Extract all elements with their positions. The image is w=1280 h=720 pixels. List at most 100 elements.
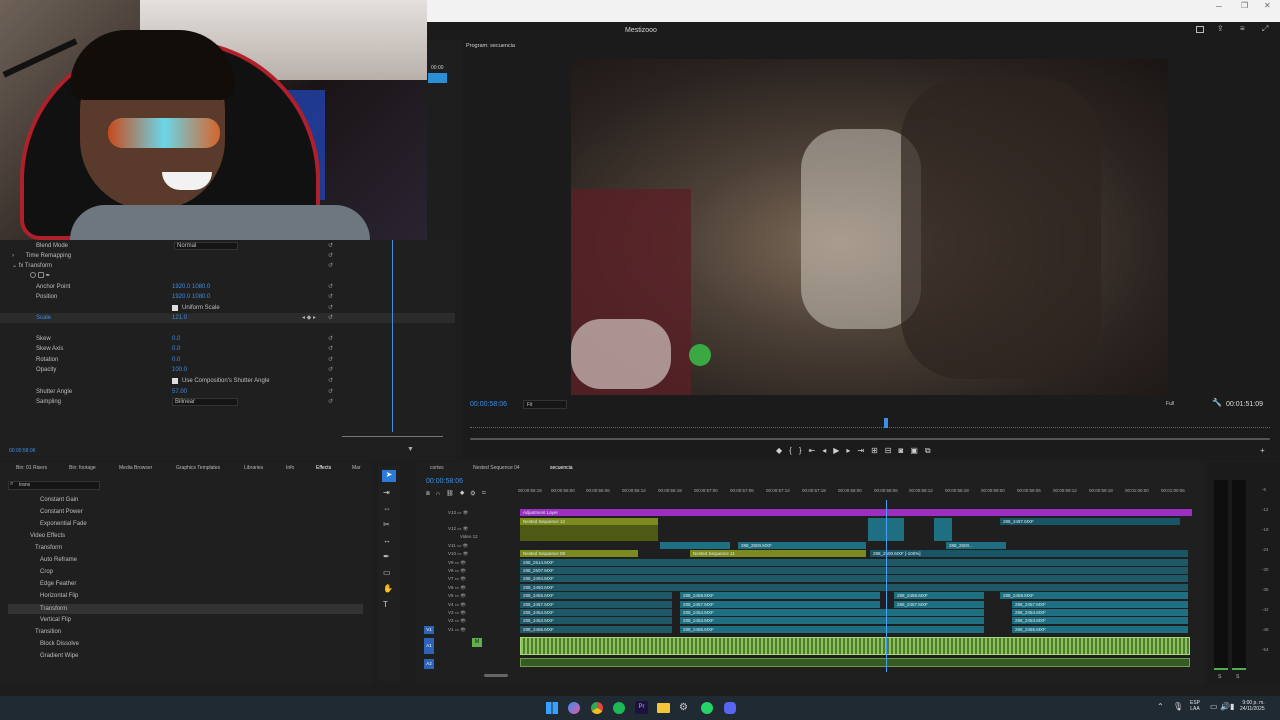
anchor-value[interactable]: 1920.0 1080.0 — [172, 282, 210, 292]
reset-icon[interactable]: ↺ — [328, 344, 333, 354]
skew-axis-value[interactable]: 0.0 — [172, 344, 180, 354]
tab-libraries[interactable]: Libraries — [244, 462, 263, 474]
clip-nested-12[interactable]: Nested Sequence 12 — [520, 518, 658, 525]
nest-icon[interactable]: ⧈ — [426, 491, 436, 497]
scale-value[interactable]: 121.0 — [172, 313, 187, 323]
share-icon[interactable]: ⇪ — [1217, 24, 1224, 33]
rectangle-tool[interactable]: ▭ — [383, 568, 391, 577]
shutter-value[interactable]: 57.00 — [172, 387, 187, 397]
clip-2457-v4d[interactable]: 288_2457.MXF — [1012, 601, 1188, 608]
network-icon[interactable]: ▭ — [1210, 702, 1218, 711]
track-header-v5[interactable]: V5 ▭ 👁 — [420, 592, 517, 600]
tab-effects[interactable]: Effects — [316, 462, 331, 474]
step-back-button[interactable]: ◂ — [822, 446, 833, 455]
zoom-scroll[interactable] — [470, 438, 1270, 440]
clip-2456-v1b[interactable]: 288_2456.MXF — [680, 626, 984, 633]
slip-tool[interactable]: ↔ — [383, 536, 391, 545]
mark-in-button[interactable]: { — [789, 446, 799, 455]
track-header-a2[interactable]: A2 — [424, 659, 434, 669]
fullscreen-icon[interactable]: ⤢ — [1262, 24, 1268, 34]
tab-bin-risers[interactable]: Bin: 01 Risers — [16, 462, 47, 474]
clip-2500-neg[interactable]: 288_2500.MXF [-100%] — [870, 550, 1188, 557]
rotation-value[interactable]: 0.0 — [172, 355, 180, 365]
whatsapp-icon[interactable] — [701, 702, 713, 714]
menu-icon[interactable]: ≡ — [1240, 24, 1245, 33]
marker-icon[interactable]: ◆ — [460, 491, 471, 497]
clip-2456-v1[interactable]: 288_2456.MXF — [520, 626, 672, 633]
track-source-v1[interactable]: V1 — [424, 626, 434, 634]
effects-item[interactable]: Constant Power — [40, 509, 83, 515]
track-header-v8[interactable]: V8 ▭ 👁 — [420, 567, 517, 575]
track-header-v12[interactable]: V12 ▭ 👁 — [420, 525, 517, 533]
selection-tool[interactable]: ➤ — [382, 470, 396, 482]
compare-button[interactable]: ▣ — [910, 446, 925, 455]
track-header-v6[interactable]: V6 ▭ 👁 — [420, 584, 517, 592]
window-close-button[interactable]: ✕ — [1264, 1, 1271, 10]
clip-v11-small[interactable] — [660, 542, 730, 549]
spotify-icon[interactable] — [613, 702, 625, 714]
effects-item[interactable]: Block Dissolve — [40, 641, 79, 647]
effects-item[interactable]: Auto Reframe — [40, 557, 77, 563]
timeline-playhead[interactable] — [886, 500, 887, 672]
position-value[interactable]: 1920.0 1080.0 — [172, 292, 210, 302]
clip-v12-b[interactable] — [934, 518, 952, 541]
volume-icon[interactable]: 🔊 — [1220, 702, 1230, 711]
clip-2494[interactable]: 288_2494.MXF — [520, 575, 1188, 582]
settings-app-icon[interactable]: ⚙ — [679, 702, 688, 713]
clip-2457-v4[interactable]: 288_2457.MXF — [520, 601, 672, 608]
clip-2458-v5[interactable]: 288_2458.MXF — [680, 592, 880, 599]
track-header-v2[interactable]: V2 ▭ 👁 — [420, 617, 517, 625]
tab-info[interactable]: Info — [286, 462, 294, 474]
track-select-tool[interactable]: ⇥ — [383, 488, 390, 497]
ec-row-remap[interactable]: › Time Remapping ↺ — [0, 251, 455, 261]
clip-2453-v2c[interactable]: 288_2453.MXF — [1012, 617, 1188, 624]
reset-icon[interactable]: ↺ — [328, 313, 333, 323]
reset-icon[interactable]: ↺ — [328, 387, 333, 397]
track-header-v4[interactable]: V4 ▭ 👁 — [420, 601, 517, 609]
camera-icon[interactable]: ◙ — [899, 446, 911, 455]
clip-adjustment-layer[interactable]: Adjustment Layer — [520, 509, 1192, 516]
track-header-v1[interactable]: V1 ▭ 👁 — [420, 626, 517, 634]
hand-tool[interactable]: ✋ — [383, 584, 393, 593]
track-header-v11[interactable]: V11 ▭ 👁 — [420, 542, 517, 550]
clip-2497[interactable]: 288_2497.MXF — [1000, 518, 1180, 525]
pen-mask-icon[interactable]: ✒ — [45, 273, 50, 279]
reset-icon[interactable]: ↺ — [328, 282, 333, 292]
reset-icon[interactable]: ↺ — [328, 241, 333, 251]
clip-2455-v1c[interactable]: 288_2455.MXF — [1012, 626, 1188, 633]
language-indicator[interactable]: ESP LAA — [1190, 700, 1200, 712]
linked-icon[interactable]: ⛓ — [446, 491, 460, 497]
track-header-a1[interactable]: A1 — [424, 638, 434, 654]
track-header-v7[interactable]: V7 ▭ 👁 — [420, 575, 517, 583]
chrome-icon[interactable] — [591, 702, 603, 714]
ec-playhead[interactable] — [392, 240, 393, 432]
clip-2454-v3[interactable]: 288_2454.MXF — [520, 609, 672, 616]
snap-icon[interactable]: ∩ — [436, 491, 446, 497]
audio-clip-a1[interactable] — [520, 637, 1190, 655]
wrench-icon[interactable]: 🔧 — [1212, 398, 1222, 407]
track-header-v13[interactable]: V13 ▭ 👁 — [420, 509, 517, 517]
tab-secuencia[interactable]: secuencia — [550, 462, 573, 474]
meter-solo-left[interactable]: S — [1218, 674, 1221, 680]
reset-icon[interactable]: ↺ — [328, 355, 333, 365]
tab-media-browser[interactable]: Media Browser — [119, 462, 152, 474]
explorer-icon[interactable] — [657, 703, 670, 713]
captions-icon[interactable]: ▭ — [481, 491, 492, 497]
sampling-select[interactable]: Bilinear — [172, 398, 238, 406]
rect-mask-icon[interactable] — [37, 272, 44, 279]
keyframe-nav[interactable]: ◂ ◆ ▸ — [302, 313, 316, 323]
clip-2454-v3b[interactable]: 288_2454.MXF — [680, 609, 984, 616]
insert-button[interactable]: ⊞ — [871, 446, 885, 455]
timeline-ruler[interactable]: 00:00:55:18 00:00:56:00 00:00:56:06 00:0… — [518, 488, 1194, 500]
tab-markers[interactable]: Mar — [352, 462, 361, 474]
uniform-checkbox[interactable] — [172, 305, 178, 311]
tab-graphics-templates[interactable]: Graphics Templates — [176, 462, 220, 474]
discord-icon[interactable] — [724, 702, 736, 714]
razor-tool[interactable]: ✂ — [383, 520, 390, 529]
fit-select[interactable]: Fit — [523, 400, 567, 409]
goto-in-button[interactable]: ⇤ — [809, 446, 823, 455]
clip-nested-11[interactable]: Nested Sequence 11 — [690, 550, 866, 557]
clip-nested-08[interactable]: Nested Sequence 08 — [520, 550, 638, 557]
clip-2456-v5[interactable]: 288_2456.MXF — [520, 592, 672, 599]
track-header-video12[interactable]: Video 12 — [420, 533, 517, 541]
